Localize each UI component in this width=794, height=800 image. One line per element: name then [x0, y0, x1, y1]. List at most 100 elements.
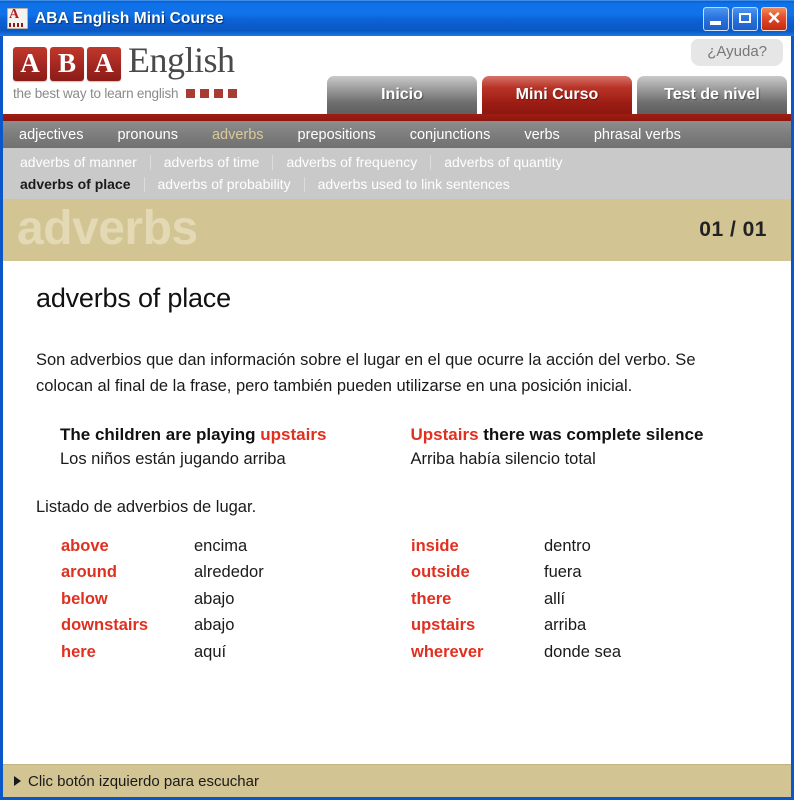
- example-english-highlight[interactable]: upstairs: [260, 425, 326, 444]
- word-english[interactable]: above: [61, 533, 194, 560]
- subnav-item-adverbs-of-probability[interactable]: adverbs of probability: [145, 176, 305, 192]
- word-spanish: abajo: [194, 589, 235, 608]
- word-english[interactable]: upstairs: [411, 612, 544, 639]
- word-english[interactable]: inside: [411, 533, 544, 560]
- title-bar: ABA English Mini Course: [0, 0, 794, 36]
- nav-item-prepositions[interactable]: prepositions: [298, 127, 376, 143]
- logo-wordmark: A B A English: [13, 42, 313, 81]
- example-english-after: there was complete silence: [478, 425, 704, 445]
- primary-nav: adjectives pronouns adverbs prepositions…: [3, 121, 791, 148]
- word-spanish: dentro: [544, 536, 591, 555]
- word-list-caption: Listado de adverbios de lugar.: [36, 497, 257, 516]
- secondary-nav: adverbs of manner adverbs of time adverb…: [3, 148, 791, 199]
- word-spanish: fuera: [544, 563, 582, 582]
- word-english[interactable]: outside: [411, 559, 544, 586]
- nav-item-adjectives[interactable]: adjectives: [19, 127, 83, 143]
- nav-item-phrasal-verbs[interactable]: phrasal verbs: [594, 127, 681, 143]
- subnav-item-adverbs-of-manner[interactable]: adverbs of manner: [20, 154, 151, 170]
- window-controls: [703, 4, 790, 32]
- logo-letter-a2: A: [87, 46, 121, 81]
- logo-english-word: English: [128, 40, 235, 80]
- word-row: here aquí: [61, 639, 411, 666]
- nav-item-pronouns[interactable]: pronouns: [117, 127, 177, 143]
- word-spanish: allí: [544, 589, 566, 608]
- word-spanish: arriba: [544, 616, 587, 635]
- logo-letter-a1-text: A: [20, 48, 40, 78]
- subnav-item-adverbs-of-frequency[interactable]: adverbs of frequency: [273, 154, 432, 170]
- word-english[interactable]: below: [61, 586, 194, 613]
- tab-inicio[interactable]: Inicio: [327, 76, 477, 114]
- word-row: inside dentro: [411, 533, 761, 560]
- word-row: wherever donde sea: [411, 639, 761, 666]
- client-area: A B A English the best way to learn engl…: [3, 36, 791, 797]
- word-spanish: donde sea: [544, 642, 622, 661]
- nav-item-adverbs[interactable]: adverbs: [212, 127, 264, 143]
- example-sentences: The children are playing upstairs Los ni…: [36, 423, 761, 472]
- subnav-item-adverbs-of-place[interactable]: adverbs of place: [20, 176, 145, 192]
- word-list-column-2: inside dentro outside fuera there allí upst…: [411, 533, 761, 666]
- word-row: there allí: [411, 586, 761, 613]
- window-title: ABA English Mini Course: [35, 9, 224, 27]
- close-button[interactable]: [761, 4, 787, 32]
- tagline-squares-icon: [186, 88, 238, 98]
- tab-mini-curso[interactable]: Mini Curso: [482, 76, 632, 114]
- example-english-highlight[interactable]: Upstairs: [411, 425, 479, 444]
- word-english[interactable]: downstairs: [61, 612, 194, 639]
- word-english[interactable]: here: [61, 639, 194, 666]
- brand-divider: [3, 114, 791, 121]
- logo-tagline: the best way to learn english: [13, 86, 313, 101]
- banner-category-label: adverbs: [17, 202, 198, 255]
- word-english[interactable]: wherever: [411, 639, 544, 666]
- word-spanish: aquí: [194, 642, 227, 661]
- aba-logo[interactable]: A B A English the best way to learn engl…: [13, 42, 313, 101]
- logo-letter-a2-text: A: [94, 48, 114, 78]
- example-item: The children are playing upstairs Los ni…: [60, 423, 411, 472]
- subnav-item-adverbs-of-quantity[interactable]: adverbs of quantity: [431, 154, 575, 170]
- example-english: The children are playing upstairs: [60, 423, 411, 448]
- application-window: ABA English Mini Course A B A English th…: [0, 0, 794, 800]
- lesson-content: adverbs of place Son adverbios que dan i…: [3, 261, 791, 764]
- tab-test-de-nivel[interactable]: Test de nivel: [637, 76, 787, 114]
- logo-letter-b-text: B: [57, 48, 76, 78]
- word-row: around alrededor: [61, 559, 411, 586]
- maximize-button[interactable]: [732, 6, 758, 31]
- minimize-button[interactable]: [703, 6, 729, 31]
- nav-item-conjunctions[interactable]: conjunctions: [410, 127, 491, 143]
- help-button[interactable]: ¿Ayuda?: [691, 39, 783, 66]
- secondary-nav-row-2: adverbs of place adverbs of probability …: [3, 173, 791, 195]
- word-row: outside fuera: [411, 559, 761, 586]
- subnav-item-adverbs-used-to-link-sentences[interactable]: adverbs used to link sentences: [305, 176, 523, 192]
- word-english[interactable]: there: [411, 586, 544, 613]
- word-row: downstairs abajo: [61, 612, 411, 639]
- site-header: A B A English the best way to learn engl…: [3, 36, 791, 114]
- logo-letter-a1: A: [13, 46, 47, 81]
- example-item: Upstairs there was complete silence Arri…: [411, 423, 762, 472]
- status-bar-text: Clic botón izquierdo para escuchar: [28, 772, 259, 790]
- example-spanish: Los niños están jugando arriba: [60, 449, 286, 468]
- word-spanish: abajo: [194, 616, 235, 635]
- section-banner: adverbs 01 / 01: [3, 199, 791, 261]
- example-english: Upstairs there was complete silence: [411, 423, 762, 448]
- adverb-word-list: above encima around alrededor below abajo d…: [36, 533, 761, 666]
- secondary-nav-row-1: adverbs of manner adverbs of time adverb…: [3, 151, 791, 173]
- word-row: above encima: [61, 533, 411, 560]
- word-list-column-1: above encima around alrededor below abajo d…: [61, 533, 411, 666]
- aba-app-icon: [7, 8, 28, 29]
- page-indicator: 01 / 01: [699, 218, 767, 241]
- logo-letter-b: B: [50, 46, 84, 81]
- subnav-item-adverbs-of-time[interactable]: adverbs of time: [151, 154, 274, 170]
- word-row: below abajo: [61, 586, 411, 613]
- example-spanish: Arriba había silencio total: [410, 449, 596, 468]
- status-bar: Clic botón izquierdo para escuchar: [3, 764, 791, 797]
- word-row: upstairs arriba: [411, 612, 761, 639]
- page-title: adverbs of place: [36, 283, 231, 313]
- word-english[interactable]: around: [61, 559, 194, 586]
- nav-item-verbs[interactable]: verbs: [524, 127, 559, 143]
- play-triangle-icon: [14, 776, 21, 786]
- logo-tagline-text: the best way to learn english: [13, 85, 179, 101]
- word-spanish: alrededor: [194, 563, 264, 582]
- lesson-description: Son adverbios que dan información sobre …: [36, 351, 696, 395]
- word-spanish: encima: [194, 536, 248, 555]
- example-english-before: The children are playing: [60, 425, 261, 445]
- main-tabs: Inicio Mini Curso Test de nivel: [327, 76, 787, 114]
